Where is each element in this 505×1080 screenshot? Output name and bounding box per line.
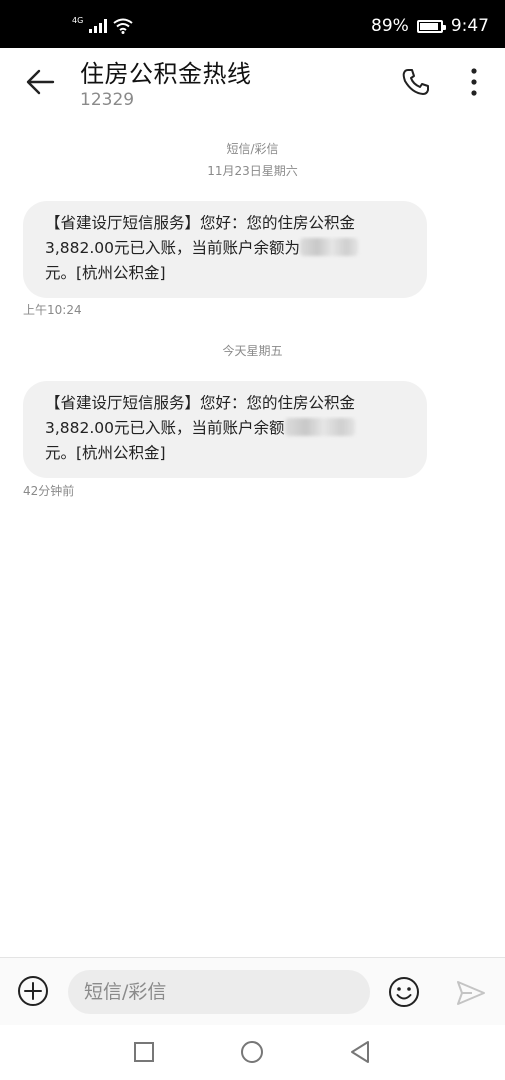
navigation-bar (0, 1025, 505, 1080)
wifi-icon (113, 18, 133, 34)
redacted-balance (300, 238, 359, 256)
add-attachment-button[interactable] (16, 974, 50, 1008)
network-type: 4G (72, 15, 84, 25)
call-button[interactable] (396, 62, 436, 102)
message-time: 上午10:24 (23, 303, 82, 317)
composer-bar (0, 957, 505, 1025)
more-vertical-icon (471, 68, 477, 96)
date-label: 11月23日星期六 (207, 164, 298, 178)
phone-icon (402, 69, 429, 95)
battery-icon (416, 19, 446, 33)
message-text: 3,882.00元已入账，当前账户余额 (45, 419, 285, 437)
send-icon (457, 981, 485, 1005)
status-time: 9:47 (450, 16, 489, 36)
circle-icon (241, 1041, 263, 1063)
message-line: 3,882.00元已入账，当前账户余额为 (45, 236, 409, 261)
message-line: 元。[杭州公积金] (45, 264, 166, 282)
arrow-left-icon (26, 69, 55, 95)
contact-name: 住房公积金热线 (80, 60, 252, 88)
nav-back-button[interactable] (347, 1039, 373, 1065)
more-options-button[interactable] (456, 62, 492, 102)
send-button[interactable] (454, 976, 488, 1010)
status-bar: 4G 89% 9:47 (0, 0, 505, 48)
message-type-label: 短信/彩信 (226, 142, 279, 156)
conversation-header: 住房公积金热线 12329 (0, 48, 505, 128)
message-bubble[interactable]: 【省建设厅短信服务】您好：您的住房公积金 3,882.00元已入账，当前账户余额… (23, 381, 427, 478)
emoji-button[interactable] (386, 974, 422, 1010)
redacted-balance (284, 418, 355, 436)
status-bar-right: 89% 9:47 (371, 14, 489, 38)
plus-circle-icon (18, 976, 48, 1006)
message-text: 3,882.00元已入账，当前账户余额为 (45, 239, 301, 257)
signal-icon (89, 19, 108, 33)
battery-fill (419, 22, 438, 30)
message-input[interactable] (68, 970, 370, 1014)
square-icon (134, 1042, 154, 1062)
message-line: 【省建设厅短信服务】您好：您的住房公积金 (45, 214, 356, 232)
message-line: 【省建设厅短信服务】您好：您的住房公积金 (45, 394, 356, 412)
status-bar-left: 4G (72, 14, 133, 38)
triangle-back-icon (351, 1041, 369, 1063)
date-label: 今天星期五 (222, 344, 283, 358)
battery-percent: 89% (371, 16, 409, 36)
contact-number: 12329 (80, 90, 135, 110)
recent-apps-button[interactable] (131, 1039, 157, 1065)
message-line: 元。[杭州公积金] (45, 444, 166, 462)
home-button[interactable] (239, 1039, 265, 1065)
message-bubble[interactable]: 【省建设厅短信服务】您好：您的住房公积金 3,882.00元已入账，当前账户余额… (23, 201, 427, 298)
smiley-icon (389, 977, 419, 1007)
message-time: 42分钟前 (23, 484, 75, 498)
back-button[interactable] (18, 62, 62, 102)
message-line: 3,882.00元已入账，当前账户余额 (45, 416, 409, 441)
